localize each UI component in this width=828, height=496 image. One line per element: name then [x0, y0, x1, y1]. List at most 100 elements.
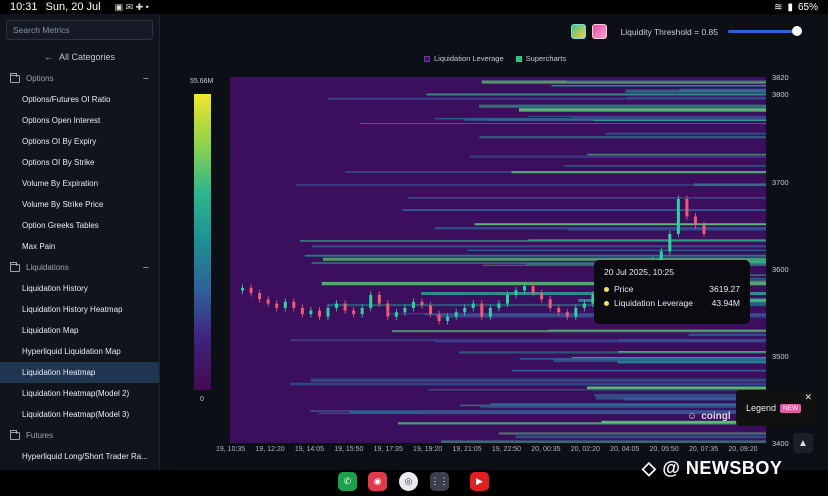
sidebar-item-hyperliquid-long-short[interactable]: Hyperliquid Long/Short Trader Ra...	[0, 446, 159, 467]
sidebar-item-volume-by-strike-price[interactable]: Volume By Strike Price	[0, 194, 159, 215]
price-candle	[582, 303, 586, 308]
price-candle	[275, 303, 279, 308]
price-candle	[659, 251, 663, 260]
coinglass-logo-icon: ☺	[687, 411, 698, 422]
sidebar-item-liquidation-history[interactable]: Liquidation History	[0, 278, 159, 299]
wifi-icon: ≋	[774, 1, 783, 13]
x-tick-label: 20, 04:05	[610, 446, 640, 453]
sidebar-item-options-open-interest[interactable]: Options Open Interest	[0, 110, 159, 131]
sidebar-item-liquidation-heatmap-model-2[interactable]: Liquidation Heatmap(Model 2)	[0, 383, 159, 404]
price-candle	[548, 299, 552, 308]
liquidity-band	[428, 389, 766, 391]
slider-knob[interactable]	[792, 26, 802, 36]
sidebar-item-hyperliquid-liquidation-map[interactable]: Hyperliquid Liquidation Map	[0, 341, 159, 362]
scale-max-label: 55.66M	[190, 78, 214, 85]
liquidity-band	[480, 405, 766, 409]
tooltip-leverage-value: 43.94M	[711, 298, 740, 308]
camera-app-icon[interactable]: ◉	[368, 472, 387, 491]
phone-app-icon[interactable]: ✆	[338, 472, 357, 491]
price-candle	[454, 312, 458, 317]
liquidity-band	[548, 329, 766, 331]
liquidity-band	[586, 386, 766, 390]
x-tick-label: 19, 10:35	[216, 446, 246, 453]
section-options[interactable]: Options −	[0, 68, 159, 89]
legend-supercharts[interactable]: Supercharts	[515, 54, 566, 63]
y-tick-label: 3400	[772, 439, 789, 448]
scale-min-label: 0	[200, 396, 204, 403]
sidebar-item-volume-by-expiration[interactable]: Volume By Expiration	[0, 173, 159, 194]
collapse-icon[interactable]: −	[143, 73, 149, 85]
price-candle	[335, 303, 339, 308]
x-tick-label: 19, 14:05	[294, 446, 325, 453]
color-scheme-green-button[interactable]	[570, 24, 586, 39]
brand-watermark: ◇ @ NEWSBOY	[642, 458, 782, 479]
price-candle	[343, 303, 347, 311]
sidebar-item-liquidation-history-heatmap[interactable]: Liquidation History Heatmap	[0, 299, 159, 320]
price-candle	[394, 312, 398, 317]
liquidity-band	[566, 80, 766, 82]
price-candle	[693, 216, 697, 226]
liquidity-band	[290, 382, 766, 386]
price-candle	[523, 286, 527, 291]
x-tick-label: 19, 12:20	[255, 446, 285, 453]
chart-legend: Liquidation Leverage Supercharts	[424, 54, 566, 63]
legend-button[interactable]: Legend NEW ✕	[736, 390, 816, 426]
liquidity-band	[470, 155, 766, 159]
liquidity-band	[311, 378, 766, 382]
x-tick-label: 19, 21:05	[452, 446, 482, 453]
youtube-app-icon[interactable]: ▶	[470, 472, 489, 491]
apps-grid-icon[interactable]: ⋮⋮	[430, 472, 449, 491]
liquidity-band	[478, 104, 766, 108]
search-input[interactable]: Search Metrics	[6, 20, 153, 40]
sidebar-item-max-pain[interactable]: Max Pain	[0, 236, 159, 257]
price-candle	[685, 199, 689, 217]
liquidity-band	[511, 369, 766, 372]
color-scheme-pink-button[interactable]	[591, 24, 607, 39]
x-tick-label: 20, 05:50	[649, 446, 679, 453]
price-candle	[258, 293, 262, 300]
liquidity-band	[564, 165, 766, 167]
sidebar-item-liquidation-heatmap-model-3[interactable]: Liquidation Heatmap(Model 3)	[0, 404, 159, 425]
section-liquidations[interactable]: Liquidations −	[0, 257, 159, 278]
legend-swatch	[424, 56, 430, 63]
price-candle	[480, 303, 484, 317]
liquidity-band	[511, 170, 766, 174]
liquidity-band	[312, 245, 766, 248]
tooltip-time: 20 Jul 2025, 10:25	[604, 267, 674, 277]
liquidity-band	[688, 333, 766, 337]
price-candle	[241, 287, 245, 291]
price-candle	[446, 316, 450, 321]
all-categories-link[interactable]: ← All Categories	[0, 46, 159, 68]
chrome-app-icon[interactable]: ◎	[399, 472, 418, 491]
price-candle	[377, 294, 381, 304]
notification-icons: ▣ ✉ ✚ •	[114, 1, 149, 12]
price-candle	[369, 294, 373, 308]
color-scale-bar	[194, 94, 211, 390]
tooltip-dot	[604, 286, 609, 292]
liquidity-band	[572, 117, 766, 119]
x-tick-label: 19, 19:20	[413, 446, 443, 453]
legend-liquidation-leverage[interactable]: Liquidation Leverage	[424, 54, 504, 63]
price-candle	[429, 305, 433, 315]
sidebar-item-option-greeks-tables[interactable]: Option Greeks Tables	[0, 215, 159, 236]
folder-icon	[10, 261, 20, 272]
sidebar-item-options-oi-by-expiry[interactable]: Options OI By Expiry	[0, 131, 159, 152]
sidebar-item-options-oi-by-strike[interactable]: Options OI By Strike	[0, 152, 159, 173]
sidebar-item-liquidation-map[interactable]: Liquidation Map	[0, 320, 159, 341]
price-candle	[471, 303, 475, 308]
sidebar-item-options-futures-oi-ratio[interactable]: Options/Futures OI Ratio	[0, 89, 159, 110]
y-tick-label: 3700	[772, 177, 789, 187]
scroll-up-button[interactable]: ▲	[793, 433, 813, 453]
close-icon[interactable]: ✕	[804, 392, 812, 403]
collapse-icon[interactable]: −	[143, 262, 149, 274]
section-futures[interactable]: Futures	[0, 425, 159, 446]
price-candle	[266, 299, 270, 304]
all-categories-label: All Categories	[58, 52, 116, 62]
price-candle	[574, 307, 578, 317]
liquidity-band	[479, 136, 766, 139]
price-candle	[531, 286, 535, 294]
threshold-slider[interactable]	[728, 26, 802, 36]
new-badge: NEW	[780, 403, 802, 413]
coinglass-watermark: ☺ coingl	[687, 411, 731, 422]
sidebar-item-liquidation-heatmap[interactable]: Liquidation Heatmap	[0, 362, 159, 383]
